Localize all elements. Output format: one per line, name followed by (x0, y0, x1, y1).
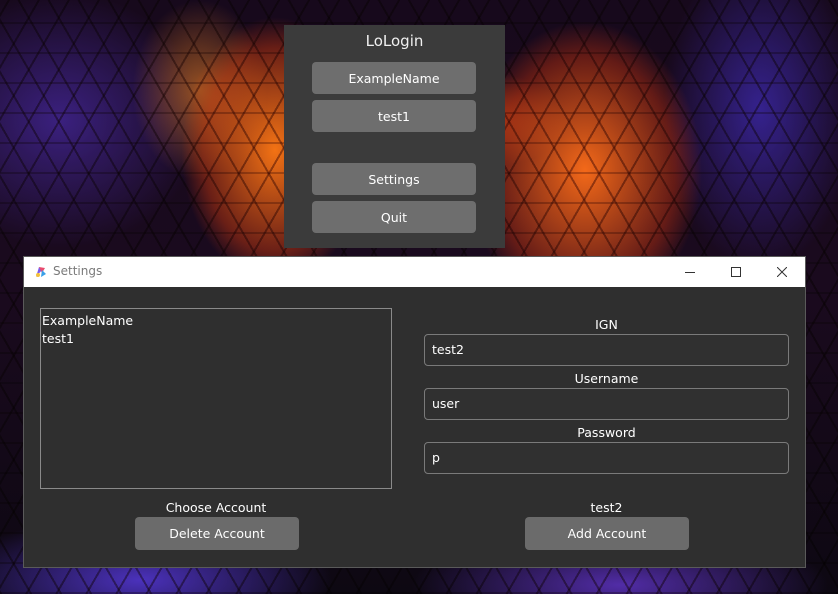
account-list[interactable]: ExampleName test1 (40, 308, 392, 489)
list-item[interactable]: ExampleName (42, 312, 391, 330)
window-title: Settings (53, 264, 103, 278)
account-button-examplename[interactable]: ExampleName (312, 62, 476, 94)
add-account-button[interactable]: Add Account (525, 517, 689, 550)
username-label: Username (574, 371, 639, 386)
close-icon (777, 267, 787, 277)
lologin-title: LoLogin (365, 32, 424, 50)
minimize-icon (685, 272, 695, 273)
maximize-button[interactable] (713, 257, 759, 287)
password-input[interactable]: p (424, 442, 789, 474)
ign-label: IGN (595, 317, 618, 332)
close-button[interactable] (759, 257, 805, 287)
account-button-test1[interactable]: test1 (312, 100, 476, 132)
maximize-icon (731, 267, 741, 277)
list-item[interactable]: test1 (42, 330, 391, 348)
username-input[interactable]: user (424, 388, 789, 420)
title-bar[interactable]: Settings (24, 257, 805, 287)
quit-button[interactable]: Quit (312, 201, 476, 233)
settings-content: ExampleName test1 Choose Account Delete … (24, 287, 805, 567)
app-icon (36, 267, 46, 277)
password-label: Password (577, 425, 636, 440)
minimize-button[interactable] (667, 257, 713, 287)
status-text: test2 (590, 500, 623, 515)
ign-input[interactable]: test2 (424, 334, 789, 366)
settings-window: Settings ExampleName test1 Choose Accoun… (24, 257, 805, 567)
choose-account-label: Choose Account (165, 500, 267, 515)
delete-account-button[interactable]: Delete Account (135, 517, 299, 550)
settings-button[interactable]: Settings (312, 163, 476, 195)
lologin-window: LoLogin ExampleName test1 Settings Quit (284, 25, 505, 248)
